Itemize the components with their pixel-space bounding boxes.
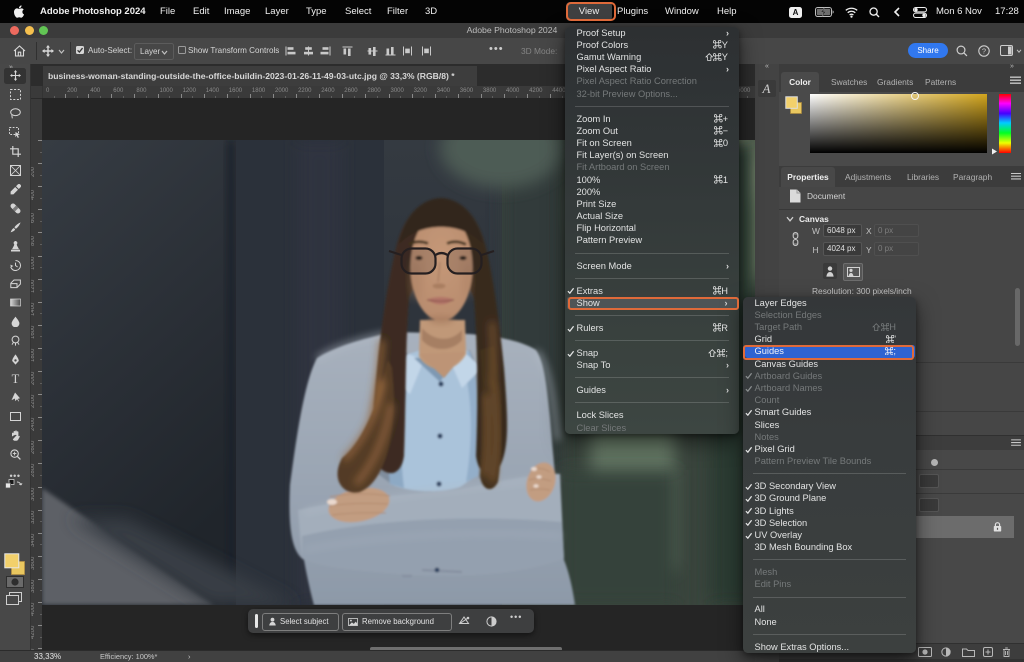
svg-text:T: T — [11, 373, 19, 384]
svg-text:?: ? — [982, 47, 986, 56]
